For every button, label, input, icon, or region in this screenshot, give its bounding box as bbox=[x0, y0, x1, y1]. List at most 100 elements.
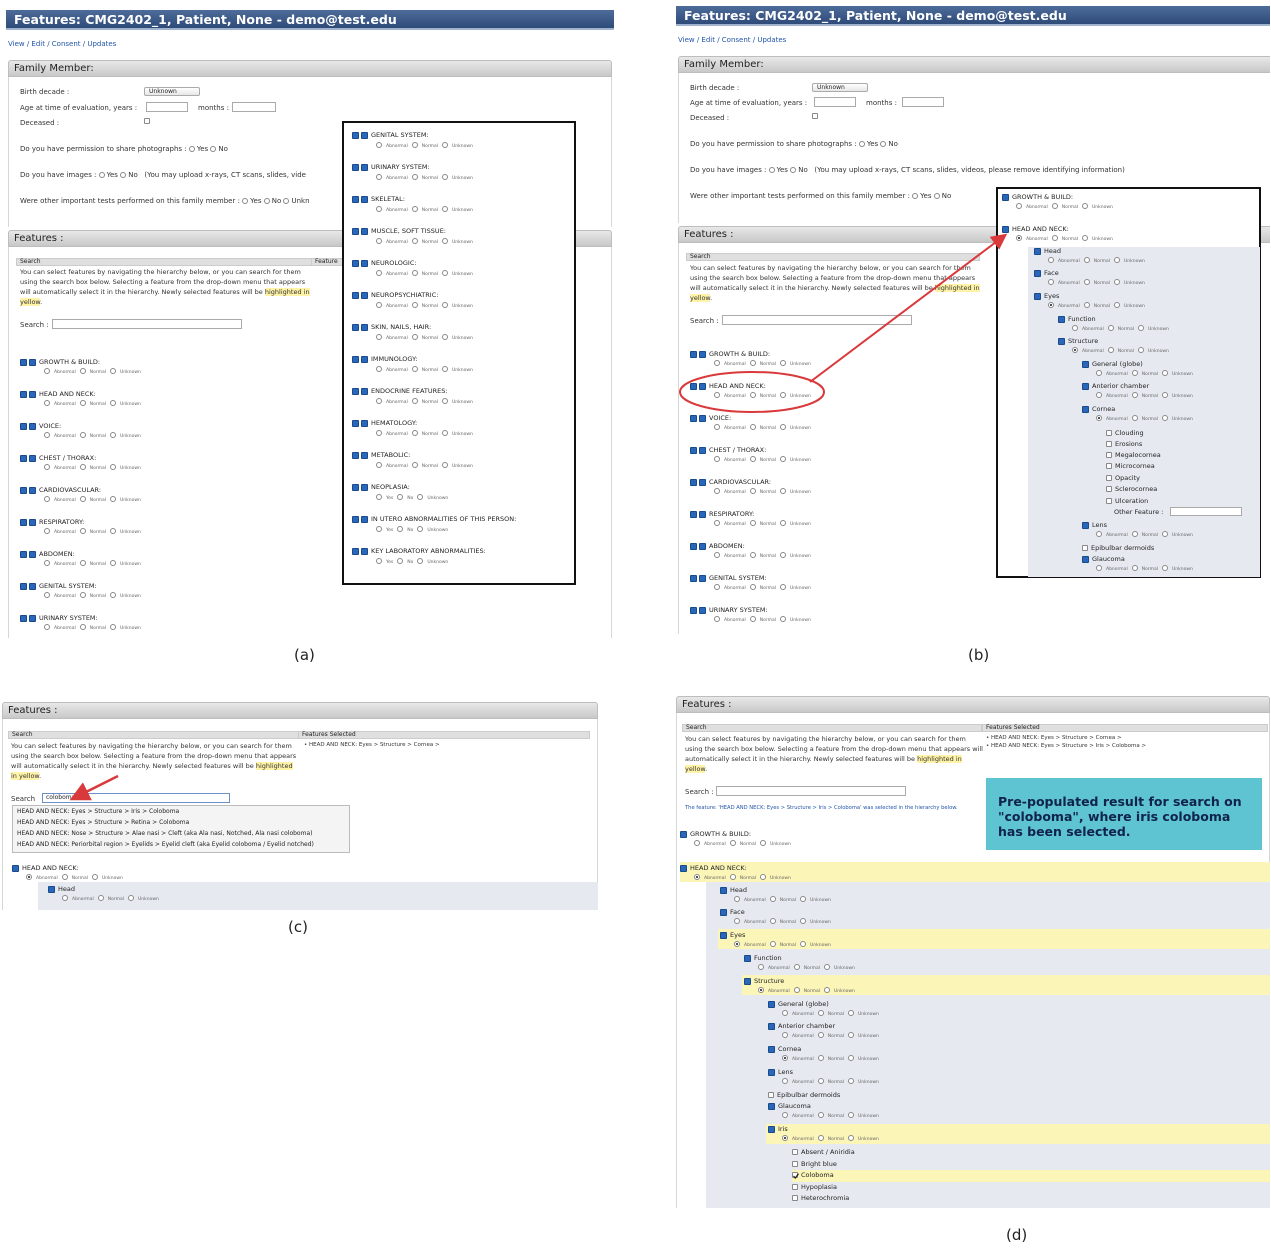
option-radios[interactable]: Abnormal Normal Unknown bbox=[44, 432, 145, 439]
feature-node[interactable]: Bright blue bbox=[792, 1160, 837, 1168]
option-radios[interactable]: Abnormal Normal Unknown bbox=[376, 142, 477, 149]
expand-icon[interactable] bbox=[1082, 360, 1089, 368]
option-radios[interactable]: Abnormal Normal Unknown bbox=[1048, 302, 1149, 309]
nav-links[interactable]: View / Edit / Consent / Updates bbox=[8, 40, 116, 48]
other-feature-input[interactable] bbox=[1170, 507, 1242, 516]
deceased-checkbox-b[interactable] bbox=[812, 113, 818, 119]
option-radios[interactable]: Abnormal Normal Unknown bbox=[376, 302, 477, 309]
expand-icon[interactable] bbox=[361, 515, 368, 523]
category-item[interactable]: ENDOCRINE FEATURES: bbox=[352, 387, 448, 395]
expand-icon[interactable] bbox=[744, 954, 751, 962]
expand-icon[interactable] bbox=[699, 542, 706, 550]
deceased-checkbox[interactable] bbox=[144, 118, 150, 124]
category-item[interactable]: METABOLIC: bbox=[352, 451, 410, 459]
expand-icon[interactable] bbox=[29, 486, 36, 494]
expand-icon[interactable] bbox=[361, 323, 368, 331]
expand-icon[interactable] bbox=[29, 390, 36, 398]
expand-icon[interactable] bbox=[361, 387, 368, 395]
feature-node[interactable]: Megalocornea bbox=[1106, 451, 1161, 459]
expand-icon[interactable] bbox=[12, 864, 19, 872]
option-radios[interactable]: Abnormal Normal Unknown bbox=[26, 874, 127, 881]
option-radios[interactable]: Abnormal Normal Unknown bbox=[734, 918, 835, 925]
checkbox-icon[interactable] bbox=[792, 1184, 798, 1190]
option-radios[interactable]: Abnormal Normal Unknown bbox=[44, 368, 145, 375]
expand-icon[interactable] bbox=[361, 547, 368, 555]
expand-icon[interactable] bbox=[699, 446, 706, 454]
option-radios[interactable]: Abnormal Normal Unknown bbox=[376, 462, 477, 469]
checkbox-icon[interactable] bbox=[792, 1195, 798, 1201]
option-radios[interactable]: Abnormal Normal Unknown bbox=[1096, 531, 1197, 538]
expand-icon[interactable] bbox=[29, 614, 36, 622]
feature-node[interactable]: Iris bbox=[768, 1125, 788, 1133]
expand-icon[interactable] bbox=[699, 606, 706, 614]
option-radios[interactable]: Abnormal Normal Unknown bbox=[1096, 392, 1197, 399]
option-radios[interactable]: Abnormal Normal Unknown bbox=[376, 206, 477, 213]
expand-icon[interactable] bbox=[361, 163, 368, 171]
feature-node[interactable]: Microcornea bbox=[1106, 462, 1155, 470]
search-input[interactable] bbox=[52, 319, 242, 329]
expand-icon[interactable] bbox=[29, 358, 36, 366]
option-radios[interactable]: Abnormal Normal Unknown bbox=[44, 496, 145, 503]
category-item[interactable]: MUSCLE, SOFT TISSUE: bbox=[352, 227, 446, 235]
expand-icon[interactable] bbox=[768, 1102, 775, 1110]
option-radios[interactable]: Abnormal Normal Unknown bbox=[782, 1055, 883, 1062]
option-radios[interactable]: Abnormal Normal Unknown bbox=[714, 456, 815, 463]
age-months-input-b[interactable] bbox=[902, 97, 944, 107]
expand-icon[interactable] bbox=[29, 582, 36, 590]
expand-icon[interactable] bbox=[29, 550, 36, 558]
category-item[interactable]: RESPIRATORY: bbox=[20, 518, 84, 526]
option-radios[interactable]: Abnormal Normal Unknown bbox=[734, 896, 835, 903]
age-months-input[interactable] bbox=[232, 102, 276, 112]
expand-icon[interactable] bbox=[361, 131, 368, 139]
expand-icon[interactable] bbox=[1082, 521, 1089, 529]
checkbox-icon[interactable] bbox=[1106, 452, 1112, 458]
expand-icon[interactable] bbox=[361, 451, 368, 459]
option-radios[interactable]: Abnormal Normal Unknown bbox=[714, 616, 815, 623]
expand-icon[interactable] bbox=[29, 454, 36, 462]
expand-icon[interactable] bbox=[361, 227, 368, 235]
expand-icon[interactable] bbox=[361, 355, 368, 363]
expand-icon[interactable] bbox=[744, 977, 751, 985]
option-radios[interactable]: Abnormal Normal Unknown bbox=[758, 987, 859, 994]
age-years-input-b[interactable] bbox=[814, 97, 856, 107]
feature-node[interactable]: Epibulbar dermoids bbox=[1082, 544, 1154, 552]
category-item[interactable]: GROWTH & BUILD: bbox=[20, 358, 100, 366]
category-item[interactable]: URINARY SYSTEM: bbox=[690, 606, 768, 614]
option-radios[interactable]: Abnormal Normal Unknown bbox=[782, 1112, 883, 1119]
option-radios[interactable]: Abnormal Normal Unknown bbox=[376, 366, 477, 373]
birth-decade-select[interactable]: Unknown bbox=[144, 87, 200, 96]
option-radios[interactable]: Abnormal Normal Unknown bbox=[782, 1078, 883, 1085]
feature-node[interactable]: Coloboma bbox=[792, 1171, 834, 1179]
nav-links-b[interactable]: View / Edit / Consent / Updates bbox=[678, 36, 786, 44]
option-radios[interactable]: Abnormal Normal Unknown bbox=[758, 964, 859, 971]
expand-icon[interactable] bbox=[699, 574, 706, 582]
feature-node[interactable]: Eyes bbox=[720, 931, 745, 939]
category-item[interactable]: IN UTERO ABNORMALITIES OF THIS PERSON: bbox=[352, 515, 516, 523]
checkbox-icon[interactable] bbox=[1106, 441, 1112, 447]
expand-icon[interactable] bbox=[361, 259, 368, 267]
category-item[interactable]: NEOPLASIA: bbox=[352, 483, 410, 491]
feature-node[interactable]: Ulceration bbox=[1106, 497, 1148, 505]
search-input-d[interactable] bbox=[716, 786, 906, 796]
dropdown-option[interactable]: HEAD AND NECK: Nose > Structure > Alae n… bbox=[13, 828, 349, 839]
category-item[interactable]: GENITAL SYSTEM: bbox=[690, 574, 767, 582]
expand-icon[interactable] bbox=[768, 1000, 775, 1008]
feature-node[interactable]: Head bbox=[720, 886, 747, 894]
feature-node[interactable]: Structure bbox=[744, 977, 784, 985]
category-item[interactable]: NEUROPSYCHIATRIC: bbox=[352, 291, 438, 299]
feature-node[interactable]: Glaucoma bbox=[1082, 555, 1125, 563]
feature-node[interactable]: Glaucoma bbox=[768, 1102, 811, 1110]
feature-node[interactable]: General (globe) bbox=[768, 1000, 829, 1008]
checkbox-icon[interactable] bbox=[1106, 498, 1112, 504]
option-radios[interactable]: Abnormal Normal Unknown bbox=[376, 174, 477, 181]
option-radios[interactable]: Abnormal Normal Unknown bbox=[1048, 279, 1149, 286]
option-radios[interactable]: Abnormal Normal Unknown bbox=[376, 238, 477, 245]
feature-node[interactable]: GROWTH & BUILD: bbox=[680, 830, 751, 838]
option-radios[interactable]: Abnormal Normal Unknown bbox=[782, 1135, 883, 1142]
category-item[interactable]: SKIN, NAILS, HAIR: bbox=[352, 323, 431, 331]
checkbox-icon[interactable] bbox=[1106, 463, 1112, 469]
option-radios[interactable]: Abnormal Normal Unknown bbox=[1072, 347, 1173, 354]
dropdown-option[interactable]: HEAD AND NECK: Periorbital region > Eyel… bbox=[13, 839, 349, 850]
feature-node[interactable]: Function bbox=[1058, 315, 1096, 323]
feature-node[interactable]: Sclerocornea bbox=[1106, 485, 1157, 493]
